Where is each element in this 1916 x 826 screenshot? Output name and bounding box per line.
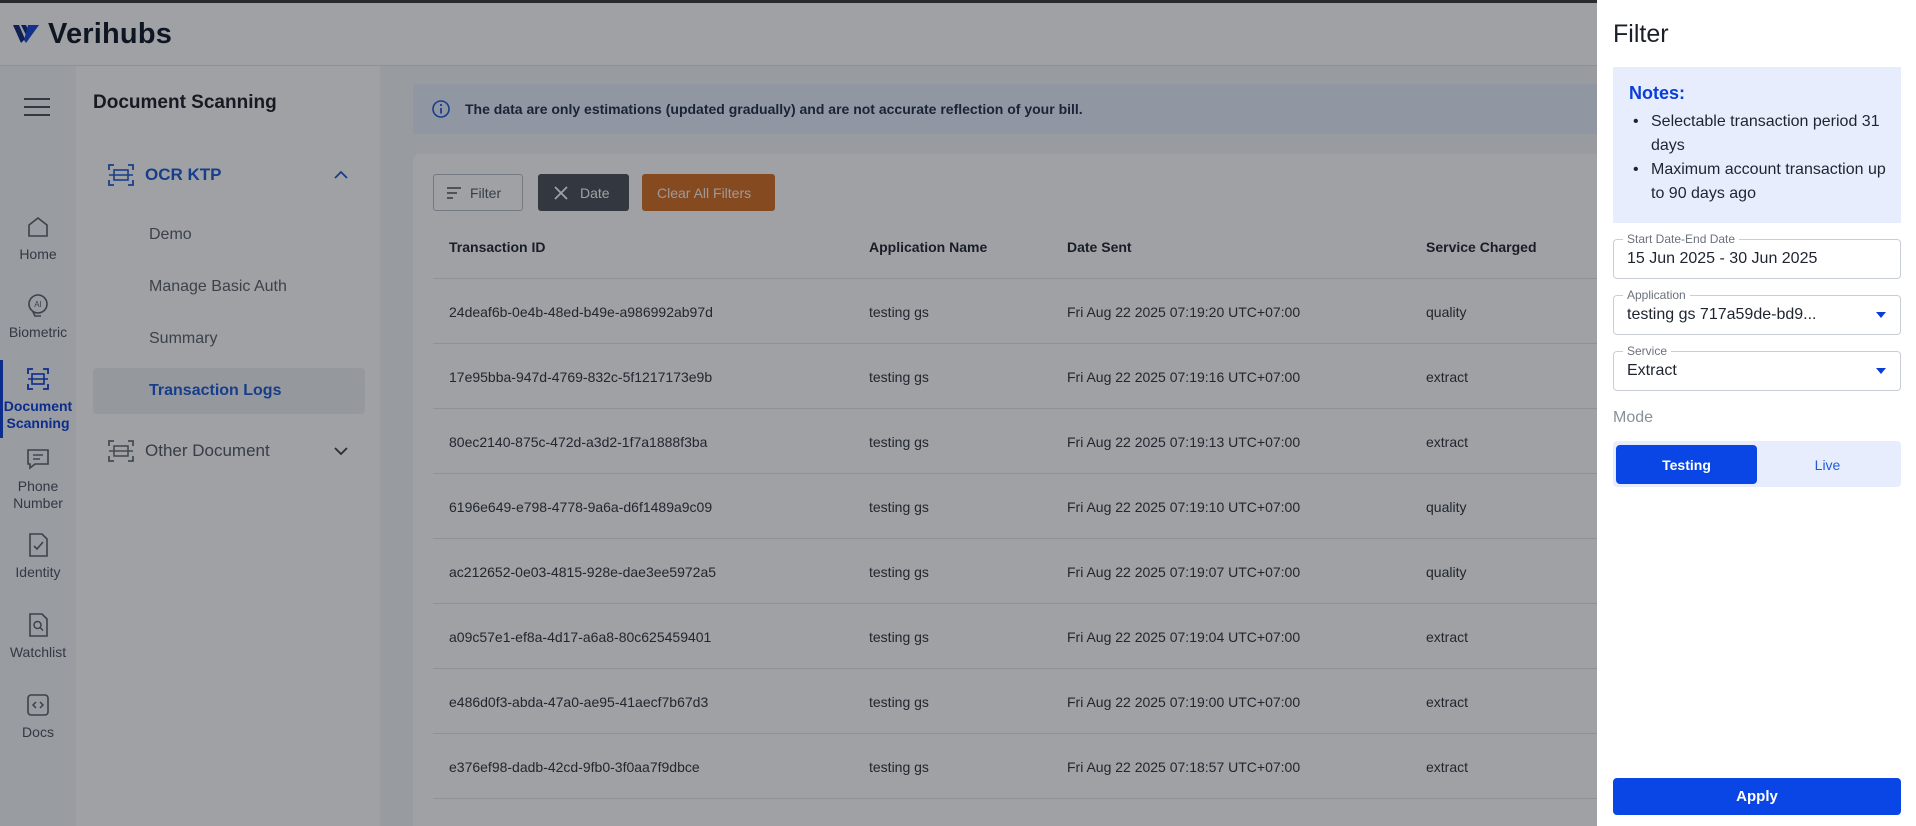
- date-range-value: 15 Jun 2025 - 30 Jun 2025: [1627, 250, 1818, 267]
- date-range-label: Start Date-End Date: [1623, 232, 1740, 246]
- application-label: Application: [1623, 288, 1690, 302]
- drawer-title: Filter: [1613, 20, 1669, 48]
- dropdown-arrow-icon: [1876, 312, 1886, 318]
- service-value: Extract: [1627, 362, 1677, 379]
- notes-list: Selectable transaction period 31 days Ma…: [1629, 110, 1887, 206]
- apply-button[interactable]: Apply: [1613, 778, 1901, 815]
- application-select[interactable]: Application testing gs 717a59de-bd9...: [1613, 288, 1901, 335]
- service-select[interactable]: Service Extract: [1613, 344, 1901, 391]
- mode-live-button[interactable]: Live: [1757, 445, 1898, 484]
- notes-box: Notes: Selectable transaction period 31 …: [1613, 67, 1901, 223]
- mode-testing-button[interactable]: Testing: [1616, 445, 1757, 484]
- mode-label: Mode: [1613, 409, 1654, 426]
- dropdown-arrow-icon: [1876, 368, 1886, 374]
- date-range-field[interactable]: Start Date-End Date 15 Jun 2025 - 30 Jun…: [1613, 232, 1901, 279]
- filter-drawer: Filter Notes: Selectable transaction per…: [1597, 0, 1916, 826]
- notes-title: Notes:: [1629, 83, 1686, 103]
- application-value: testing gs 717a59de-bd9...: [1627, 306, 1817, 323]
- service-label: Service: [1623, 344, 1672, 358]
- modal-backdrop[interactable]: [0, 0, 1597, 826]
- note-item: Maximum account transaction up to 90 day…: [1629, 158, 1887, 206]
- note-item: Selectable transaction period 31 days: [1629, 110, 1887, 158]
- mode-toggle: Testing Live: [1613, 441, 1901, 487]
